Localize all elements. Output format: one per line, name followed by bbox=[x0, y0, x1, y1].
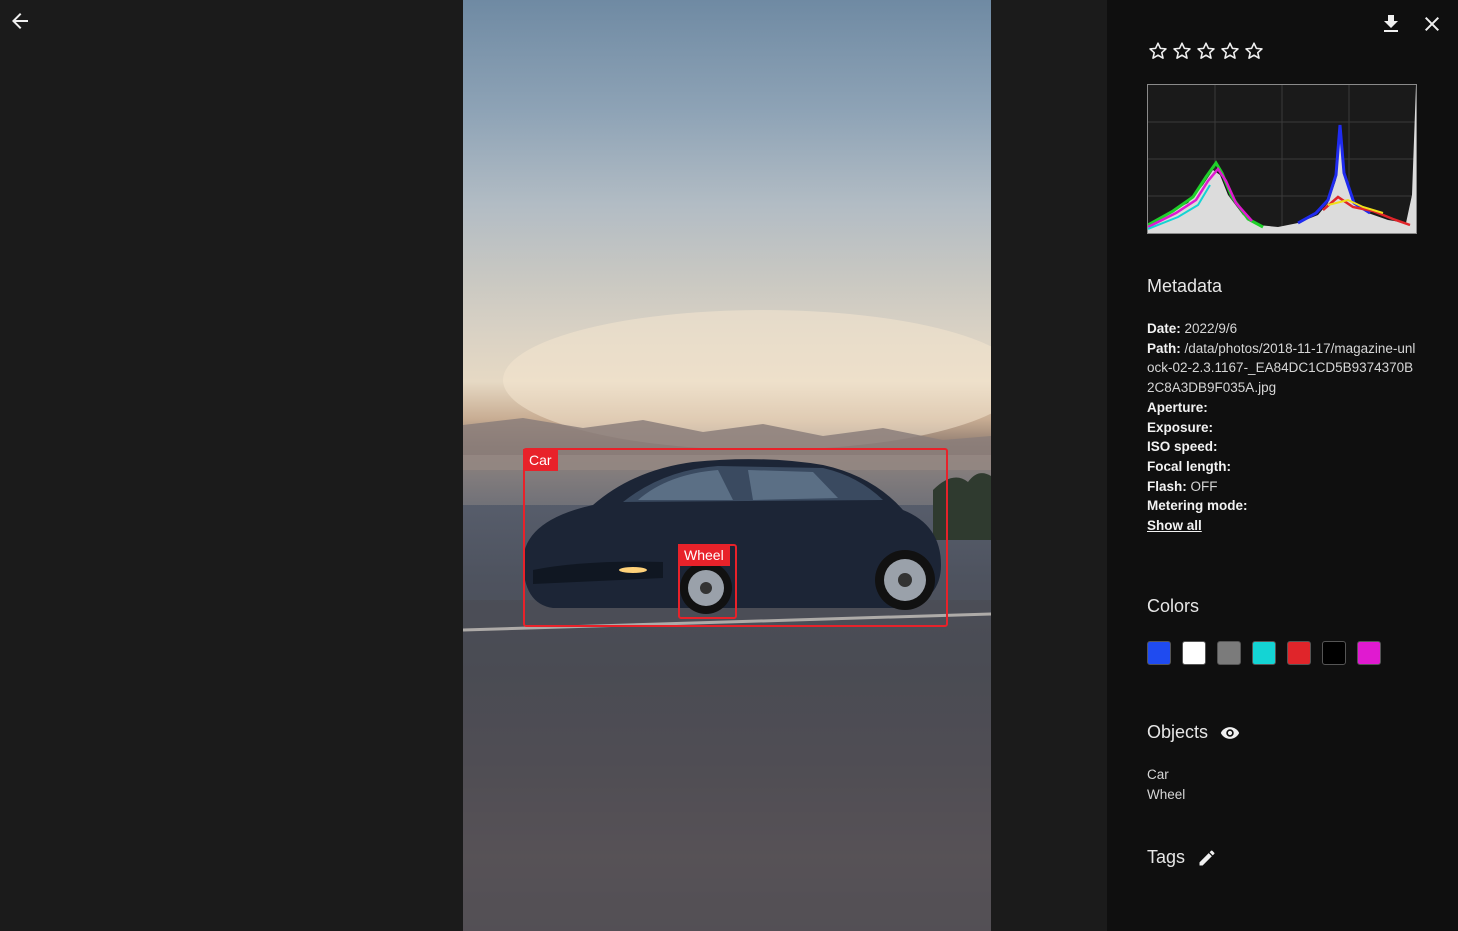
star-icon[interactable] bbox=[1243, 40, 1265, 62]
color-swatch[interactable] bbox=[1322, 641, 1346, 665]
star-icon[interactable] bbox=[1171, 40, 1193, 62]
exposure-label: Exposure: bbox=[1147, 419, 1214, 435]
color-swatches bbox=[1147, 641, 1381, 665]
color-swatch[interactable] bbox=[1217, 641, 1241, 665]
date-label: Date: bbox=[1147, 321, 1181, 336]
iso-label: ISO speed: bbox=[1147, 439, 1218, 455]
list-item: Wheel bbox=[1147, 787, 1186, 802]
download-icon[interactable] bbox=[1379, 12, 1403, 36]
star-icon[interactable] bbox=[1195, 40, 1217, 62]
metadata-heading: Metadata bbox=[1147, 276, 1222, 297]
flash-label: Flash: bbox=[1147, 478, 1187, 494]
show-all-link[interactable]: Show all bbox=[1147, 518, 1202, 533]
detection-label-wheel: Wheel bbox=[678, 544, 730, 566]
color-swatch[interactable] bbox=[1252, 641, 1276, 665]
metadata-metering: Metering mode: bbox=[1147, 496, 1417, 516]
objects-title: Objects bbox=[1147, 722, 1209, 742]
arrow-left-icon[interactable] bbox=[8, 9, 32, 33]
metering-label: Metering mode: bbox=[1147, 498, 1248, 514]
info-panel: Metadata Date: 2022/9/6 Path: /data/phot… bbox=[1107, 0, 1458, 931]
tags-heading: Tags bbox=[1147, 847, 1217, 868]
aperture-label: Aperture: bbox=[1147, 399, 1208, 415]
close-icon[interactable] bbox=[1420, 12, 1444, 36]
focal-length-label: Focal length: bbox=[1147, 458, 1231, 474]
rating-stars bbox=[1147, 40, 1265, 62]
objects-heading: Objects bbox=[1147, 722, 1240, 743]
star-icon[interactable] bbox=[1219, 40, 1241, 62]
color-swatch[interactable] bbox=[1287, 641, 1311, 665]
flash-value: OFF bbox=[1190, 478, 1218, 494]
metadata-exposure: Exposure: bbox=[1147, 418, 1417, 438]
date-value: 2022/9/6 bbox=[1184, 321, 1238, 336]
colors-title: Colors bbox=[1147, 596, 1200, 616]
photo-viewer: Car Wheel bbox=[0, 0, 1107, 931]
color-histogram bbox=[1147, 84, 1417, 234]
star-icon[interactable] bbox=[1147, 40, 1169, 62]
colors-heading: Colors bbox=[1147, 596, 1199, 617]
photo-image[interactable]: Car Wheel bbox=[463, 0, 991, 931]
metadata-title: Metadata bbox=[1147, 276, 1223, 296]
list-item: Car bbox=[1147, 767, 1169, 782]
metadata-date: Date: 2022/9/6 bbox=[1147, 319, 1417, 339]
pencil-icon[interactable] bbox=[1197, 848, 1217, 868]
metadata-list: Date: 2022/9/6 Path: /data/photos/2018-1… bbox=[1147, 319, 1417, 536]
metadata-iso: ISO speed: bbox=[1147, 437, 1417, 457]
metadata-path: Path: /data/photos/2018-11-17/magazine-u… bbox=[1147, 339, 1417, 398]
color-swatch[interactable] bbox=[1147, 641, 1171, 665]
objects-list: Car Wheel bbox=[1147, 765, 1185, 805]
color-swatch[interactable] bbox=[1182, 641, 1206, 665]
path-value: /data/photos/2018-11-17/magazine-unlock-… bbox=[1147, 340, 1416, 396]
metadata-aperture: Aperture: bbox=[1147, 398, 1417, 418]
metadata-focal-length: Focal length: bbox=[1147, 457, 1417, 477]
path-label: Path: bbox=[1147, 340, 1181, 356]
detection-label-car: Car bbox=[523, 449, 558, 471]
metadata-flash: Flash: OFF bbox=[1147, 477, 1417, 497]
tags-title: Tags bbox=[1147, 847, 1186, 867]
eye-icon[interactable] bbox=[1220, 723, 1240, 743]
color-swatch[interactable] bbox=[1357, 641, 1381, 665]
